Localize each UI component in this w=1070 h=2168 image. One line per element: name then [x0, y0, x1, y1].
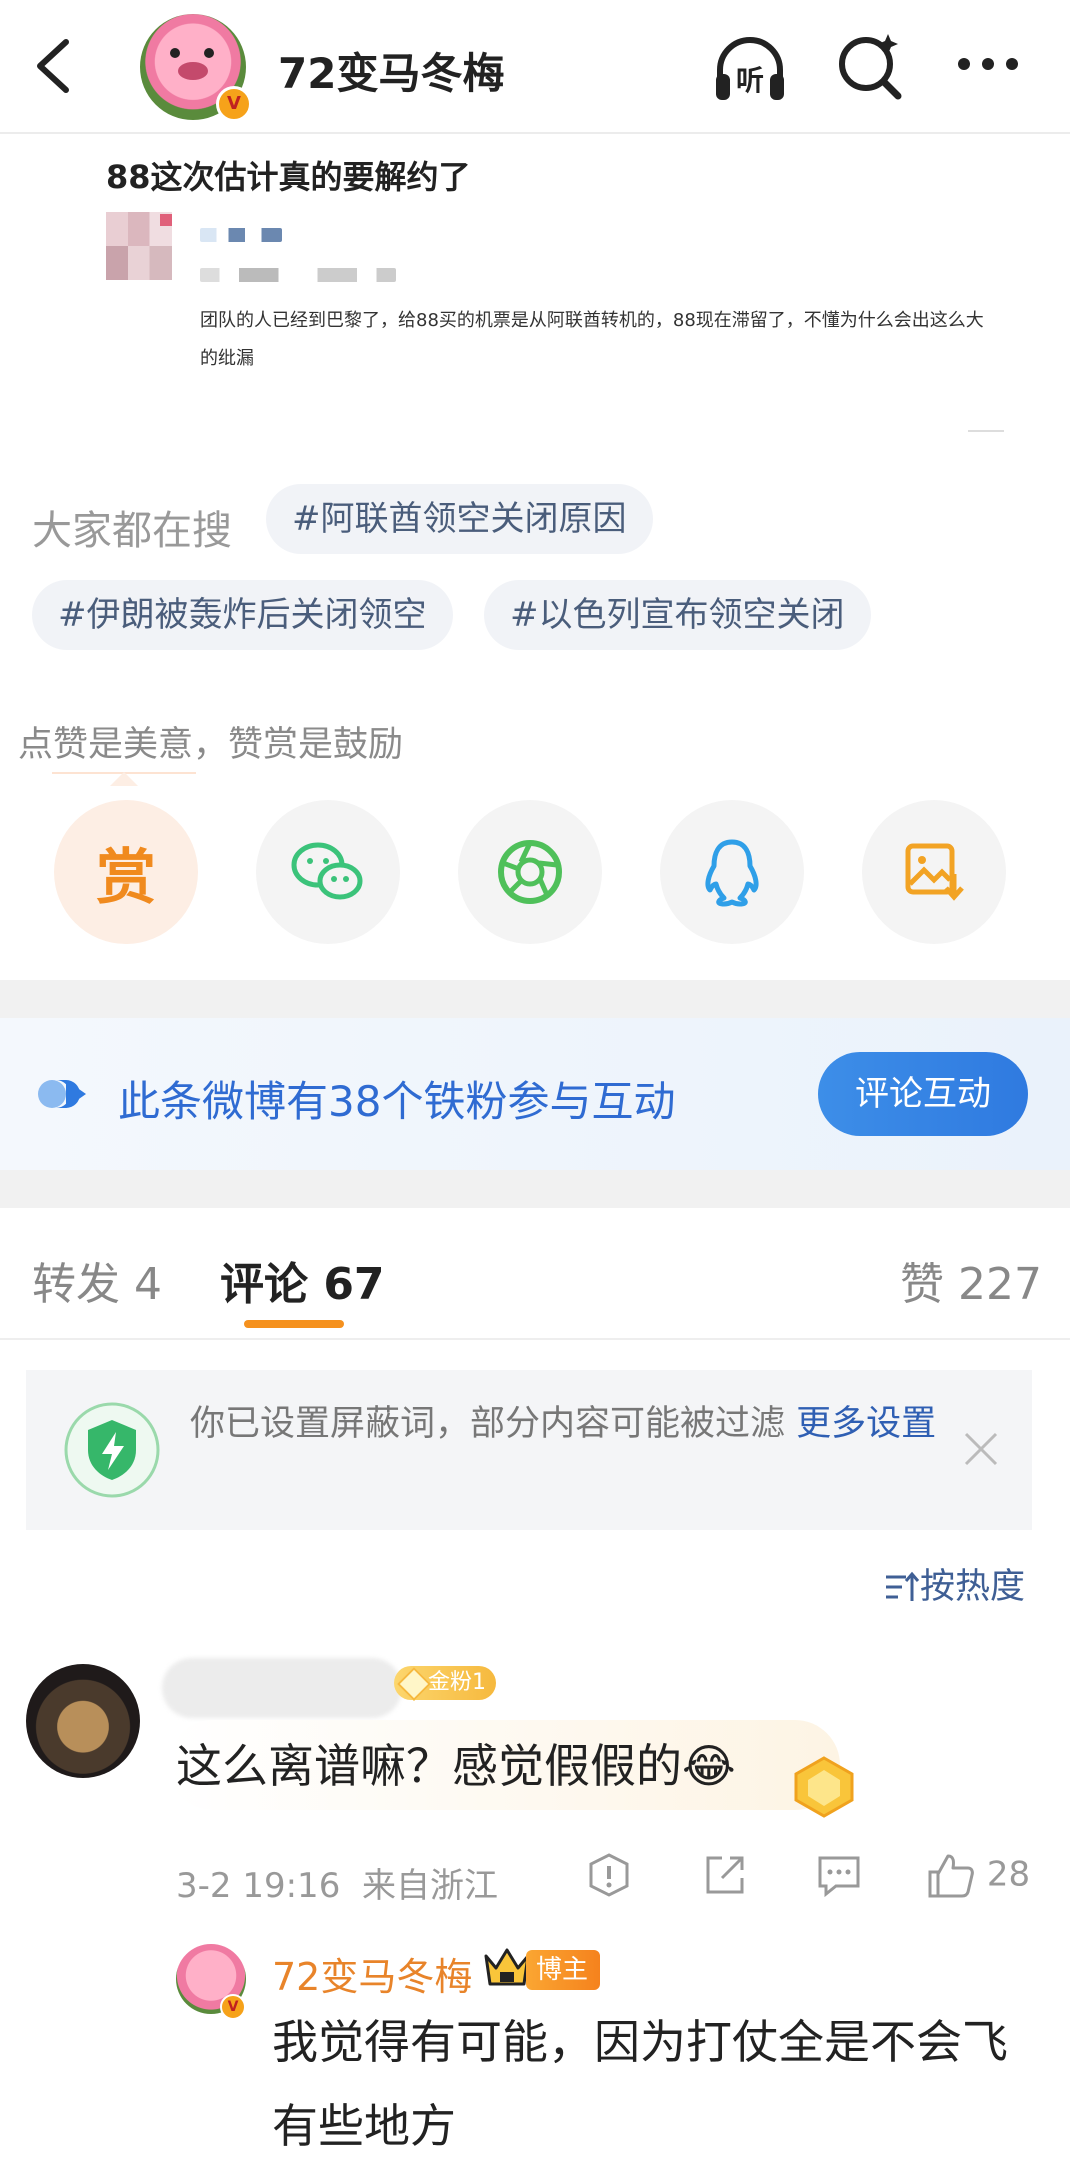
avatar-eyes [170, 48, 216, 58]
svg-text:听: 听 [736, 64, 764, 97]
filter-notice [26, 1370, 1032, 1530]
qq-penguin-icon [705, 839, 759, 907]
sort-label: 按热度 [920, 1567, 1026, 1607]
host-badge: 博主 [526, 1950, 601, 1990]
reply-text: 我觉得有可能，因为打仗全是不会飞有些地方 [272, 2015, 1008, 2153]
card-footer-mark [968, 430, 1004, 432]
filter-notice-text: 你已设置屏蔽词，部分内容可能被过滤 更多设置 [190, 1400, 950, 1448]
reply-icon[interactable] [816, 1852, 862, 1898]
comment-location: 来自浙江 [361, 1866, 498, 1906]
fans-interaction-text: 此条微博有38个铁粉参与互动 [118, 1077, 676, 1126]
more-settings-link[interactable]: 更多设置 [796, 1404, 936, 1444]
reward-prompt: 点赞是美意，赞赏是鼓励 [18, 725, 404, 765]
blurred-meta [200, 268, 396, 282]
save-image-icon [905, 843, 964, 901]
post-body: 团队的人已经到巴黎了，给88买的机票是从阿联酋转机的，88现在滞留了，不懂为什么… [200, 310, 984, 369]
listen-headphones-icon[interactable]: 听 [710, 28, 790, 108]
search-icon[interactable] [830, 26, 910, 106]
commenter-name-blurred[interactable] [162, 1658, 402, 1718]
qq-share-button[interactable] [660, 800, 804, 944]
active-tab-indicator [244, 1320, 344, 1328]
search-tag[interactable]: #阿联酋领空关闭原因 [266, 484, 653, 554]
section-divider [0, 980, 1070, 1018]
blurred-avatar-lower [106, 246, 172, 280]
search-label: 大家都在搜 [32, 508, 232, 554]
blurred-name [200, 228, 282, 242]
wechat-share-button[interactable] [256, 800, 400, 944]
search-tag[interactable]: #伊朗被轰炸后关闭领空 [32, 580, 453, 650]
share-icon[interactable] [702, 1852, 748, 1898]
verified-badge-icon: V [220, 1994, 246, 2020]
sort-by-hot-button[interactable]: 按热度 [884, 1558, 1025, 1609]
gold-gem-icon [794, 1756, 854, 1818]
search-tag[interactable]: #以色列宣布领空关闭 [484, 580, 871, 650]
report-icon[interactable] [586, 1852, 632, 1898]
verified-badge-icon: V [216, 86, 252, 122]
like-count: 28 [986, 1854, 1031, 1895]
top-bar: V 72变马冬梅 听 [0, 0, 1070, 134]
shield-icon [64, 1402, 160, 1498]
comment-interact-button[interactable]: 评论互动 [818, 1052, 1028, 1136]
more-icon[interactable] [948, 26, 1028, 106]
tab-repost[interactable]: 转发 4 [32, 1248, 162, 1312]
sort-icon [886, 1571, 920, 1601]
thumbs-up-icon [928, 1854, 974, 1898]
close-icon[interactable] [962, 1430, 1000, 1468]
like-button[interactable]: 28 [926, 1852, 1030, 1900]
back-arrow-icon[interactable] [30, 38, 78, 94]
red-corner-mark [160, 214, 172, 226]
section-divider [0, 1170, 1070, 1208]
post-title: 88这次估计真的要解约了 [106, 158, 471, 196]
reply-author-name[interactable]: 72变马冬梅 [272, 1946, 472, 2001]
fans-arrow-icon [38, 1080, 86, 1108]
wechat-icon [291, 842, 363, 900]
reward-caret-icon [110, 772, 138, 786]
tab-comments[interactable]: 评论 67 [220, 1248, 385, 1312]
crown-icon [484, 1948, 530, 1986]
tabs-divider [0, 1338, 1070, 1340]
filter-notice-message: 你已设置屏蔽词，部分内容可能被过滤 [190, 1404, 797, 1444]
moments-share-button[interactable] [458, 800, 602, 944]
comment-text: 这么离谱嘛？感觉假假的😂 [176, 1739, 736, 1793]
moments-icon [498, 840, 562, 904]
save-image-button[interactable] [862, 800, 1006, 944]
tab-likes[interactable]: 赞 227 [900, 1248, 1042, 1312]
reward-button[interactable]: 赏 [54, 800, 198, 944]
page-title[interactable]: 72变马冬梅 [278, 40, 504, 101]
comment-meta: 3-2 19:16 来自浙江 [176, 1858, 498, 1907]
commenter-avatar[interactable] [26, 1664, 140, 1778]
comment-time: 3-2 19:16 [176, 1866, 341, 1906]
